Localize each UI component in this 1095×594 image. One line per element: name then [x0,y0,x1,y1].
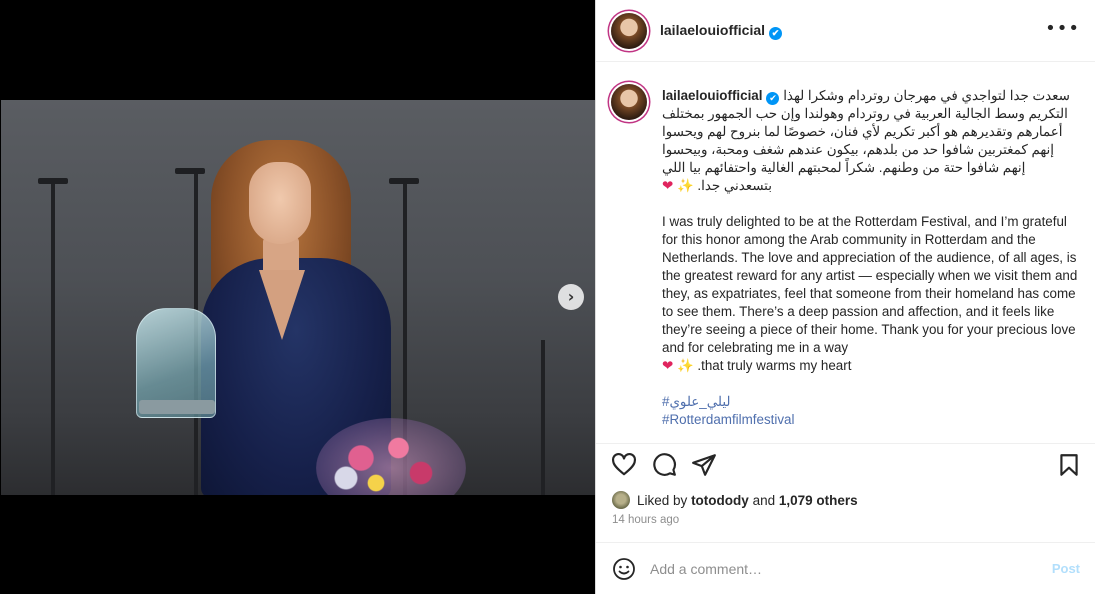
sparkle-emoji-icon: ✨ [676,358,694,373]
caption-arabic-line: إنهم شافوا حتة من وطنهم. شكراً لمحبتهم ا… [662,160,1026,175]
verified-badge-icon: ✔ [766,92,780,105]
heart-emoji-icon: ❤ [662,358,674,373]
post-comment-button[interactable]: Post [1052,561,1080,576]
comment-bar: Post [596,542,1095,594]
likes-prefix: Liked by [637,492,688,508]
stage-stand-head [389,178,419,184]
hashtag-link[interactable]: #Rotterdamfilmfestival [662,411,1082,429]
hashtag-list: #ليلي_علوي #Rotterdamfilmfestival [662,393,1082,429]
heart-outline-icon[interactable] [611,452,637,478]
comment-input[interactable] [650,557,1020,581]
stage-stand-head [38,178,68,184]
caption-arabic-line: إنهم كمغتربين شافوا حد من بلدهم، بيكون ع… [662,142,1054,157]
likes-summary: Liked by totodody and 1,079 others [612,489,858,511]
stage-stand-head [175,168,205,174]
avatar[interactable] [611,84,647,120]
likes-middle: and [752,492,776,508]
post-timestamp[interactable]: 14 hours ago [612,514,679,526]
stage-stand [541,340,545,495]
trophy-base [139,400,215,414]
paper-plane-icon[interactable] [691,452,717,478]
post-side-panel: lailaelouiofficial ✔ ••• lailaelouioffici… [595,0,1095,594]
caption-arabic-line: سعدت جدا لتواجدي في مهرجان روتردام وشكرا… [783,88,1070,103]
post-photo[interactable] [1,100,595,495]
sparkle-emoji-icon: ✨ [676,178,694,193]
caption-english: I was truly delighted to be at the Rotte… [662,214,1078,355]
bookmark-icon[interactable] [1056,452,1082,478]
post-media: › [0,0,595,594]
carousel-next-button[interactable]: › [558,284,584,310]
caption-area: lailaelouiofficial ✔ سعدت جدا لتواجدي في … [596,63,1095,443]
more-options-icon[interactable]: ••• [1045,20,1080,38]
action-bar [596,443,1095,485]
username-text[interactable]: lailaelouiofficial [660,22,765,38]
caption-username[interactable]: lailaelouiofficial [662,88,762,103]
avatar[interactable] [611,13,647,49]
caption-arabic-line: التكريم وسط الجالية العربية في روتردام و… [662,106,1068,121]
smiley-icon[interactable] [612,557,636,581]
caption-english-end: .that truly warms my heart [697,358,852,373]
hashtag-link[interactable]: #ليلي_علوي [662,393,1082,411]
post-header: lailaelouiofficial ✔ ••• [596,0,1095,62]
stage-stand [51,180,55,495]
heart-emoji-icon: ❤ [662,178,674,193]
chevron-right-icon: › [567,287,575,306]
person-face [249,162,311,244]
caption-arabic-last-line: ❤ ✨ بتسعدني جدا. [662,177,1082,195]
caption-english-last-line: ❤ ✨ .that truly warms my heart [662,357,1082,375]
likes-count[interactable]: 1,079 others [779,493,858,508]
caption-arabic-line: بتسعدني جدا. [697,178,772,193]
avatar[interactable] [612,491,630,509]
caption-arabic-line: أعمارهم وتقديرهم هو أكبر تكريم لأي فنان،… [662,124,1063,139]
verified-badge-icon: ✔ [769,27,783,40]
author-username[interactable]: lailaelouiofficial ✔ [660,22,783,40]
caption-text: lailaelouiofficial ✔ سعدت جدا لتواجدي في … [662,87,1082,429]
comment-bubble-icon[interactable] [651,452,677,478]
liker-username[interactable]: totodody [691,493,749,508]
